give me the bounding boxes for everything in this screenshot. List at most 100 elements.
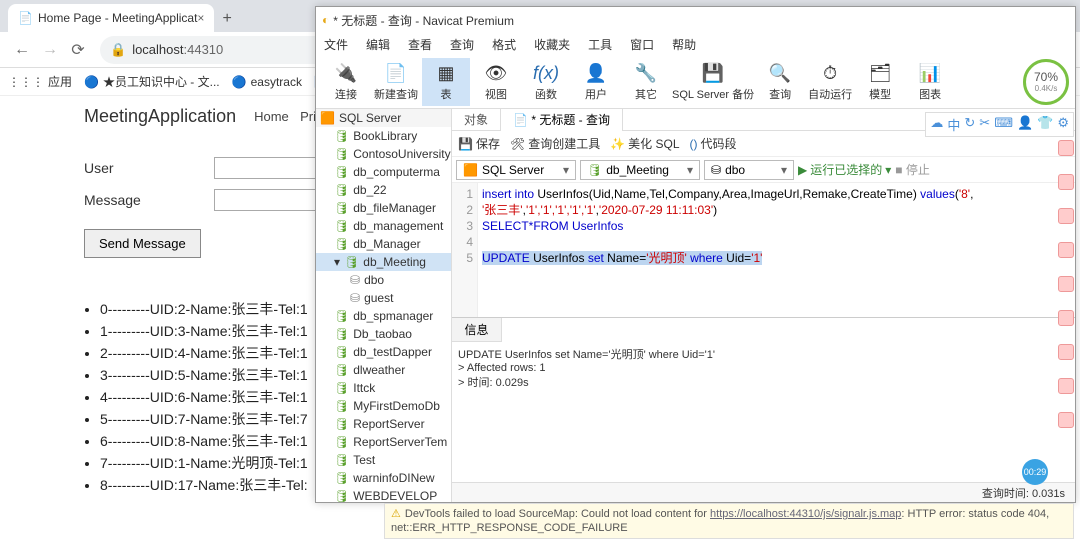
badge-icon[interactable]	[1058, 310, 1074, 326]
back-button[interactable]: ←	[8, 36, 36, 64]
tree-db[interactable]: 🛢ContosoUniversity	[316, 145, 451, 163]
nav-home[interactable]: Home	[254, 109, 289, 124]
tree-db[interactable]: 🛢ReportServerTem	[316, 433, 451, 451]
tree-db[interactable]: 🛢BookLibrary	[316, 127, 451, 145]
keyboard-icon[interactable]: ⌨	[994, 115, 1013, 134]
devtools-warning: ⚠DevTools failed to load SourceMap: Coul…	[384, 503, 1074, 539]
tree-db[interactable]: 🛢Test	[316, 451, 451, 469]
tree-db[interactable]: 🛢MyFirstDemoDb	[316, 397, 451, 415]
tree-db[interactable]: 🛢Db_taobao	[316, 325, 451, 343]
navicat-title-bar[interactable]: ◐ * 无标题 - 查询 - Navicat Premium	[316, 7, 1075, 33]
database-icon: 🛢	[334, 309, 349, 323]
tree-schema[interactable]: ⛁dbo	[316, 271, 451, 289]
conn-server-select[interactable]: 🟧SQL Server▾	[456, 160, 576, 180]
tool-new-query[interactable]: 📄新建查询	[372, 58, 420, 106]
badge-icon[interactable]	[1058, 378, 1074, 394]
badge-icon[interactable]	[1058, 174, 1074, 190]
tree-db[interactable]: 🛢db_computerma	[316, 163, 451, 181]
tab-close-icon[interactable]: ×	[197, 11, 204, 25]
tool-query[interactable]: 🔍查询	[756, 58, 804, 106]
menu-edit[interactable]: 编辑	[366, 36, 390, 53]
menu-tools[interactable]: 工具	[588, 36, 612, 53]
chart-icon: 📊	[919, 62, 941, 86]
menu-file[interactable]: 文件	[324, 36, 348, 53]
browser-tab-active[interactable]: 📄 Home Page - MeetingApplicat ×	[8, 4, 214, 32]
cn-icon[interactable]: 中	[947, 115, 960, 134]
scissor-icon[interactable]: ✂	[979, 115, 990, 134]
sql-code[interactable]: insert into UserInfos(Uid,Name,Tel,Compa…	[478, 183, 1075, 317]
timer-badge[interactable]: 00:29	[1022, 459, 1048, 485]
menu-window[interactable]: 窗口	[630, 36, 654, 53]
reload-button[interactable]: ⟳	[64, 36, 92, 64]
tree-db[interactable]: 🛢db_spmanager	[316, 307, 451, 325]
tree-db[interactable]: 🛢Ittck	[316, 379, 451, 397]
tree-db[interactable]: 🛢warninfoDINew	[316, 469, 451, 487]
badge-icon[interactable]	[1058, 140, 1074, 156]
tree-db[interactable]: 🛢WEBDEVELOP	[316, 487, 451, 502]
tool-other[interactable]: 🔧其它	[622, 58, 670, 106]
badge-icon[interactable]	[1058, 276, 1074, 292]
tb-snippet[interactable]: ()代码段	[690, 135, 737, 152]
navicat-toolbar: 🔌连接 📄新建查询 ▦表 👁视图 f(x)函数 👤用户 🔧其它 💾SQL Ser…	[316, 55, 1075, 109]
tree-db[interactable]: 🛢ReportServer	[316, 415, 451, 433]
gear-icon[interactable]: ⚙	[1057, 115, 1069, 134]
shirt-icon[interactable]: 👕	[1037, 115, 1053, 134]
database-icon: 🛢	[334, 165, 349, 179]
tree-db[interactable]: 🛢dlweather	[316, 361, 451, 379]
new-query-icon: 📄	[385, 62, 407, 86]
chevron-down-icon: ▾	[687, 163, 693, 177]
cloud-icon[interactable]: ☁	[930, 115, 943, 134]
tool-view[interactable]: 👁视图	[472, 58, 520, 106]
chevron-down-icon: ▾	[781, 163, 787, 177]
forward-button[interactable]: →	[36, 36, 64, 64]
tree-schema[interactable]: ⛁guest	[316, 289, 451, 307]
tree-db[interactable]: 🛢db_Manager	[316, 235, 451, 253]
tool-connect[interactable]: 🔌连接	[322, 58, 370, 106]
menu-format[interactable]: 格式	[492, 36, 516, 53]
conn-db-select[interactable]: 🛢db_Meeting▾	[580, 160, 700, 180]
tool-backup[interactable]: 💾SQL Server 备份	[672, 58, 754, 106]
tab-objects[interactable]: 对象	[452, 109, 501, 131]
menu-fav[interactable]: 收藏夹	[534, 36, 570, 53]
badge-icon[interactable]	[1058, 344, 1074, 360]
tool-table[interactable]: ▦表	[422, 58, 470, 106]
tool-auto[interactable]: ⏱自动运行	[806, 58, 854, 106]
navicat-menu: 文件 编辑 查看 查询 格式 收藏夹 工具 窗口 帮助	[316, 33, 1075, 55]
tree-db[interactable]: 🛢db_fileManager	[316, 199, 451, 217]
tree-root[interactable]: 🟧SQL Server	[316, 109, 451, 127]
tool-model[interactable]: 🗂模型	[856, 58, 904, 106]
badge-icon[interactable]	[1058, 242, 1074, 258]
tree-db-selected[interactable]: ▾🛢db_Meeting	[316, 253, 451, 271]
message-tab[interactable]: 信息	[452, 318, 502, 342]
menu-view[interactable]: 查看	[408, 36, 432, 53]
person-icon[interactable]: 👤	[1017, 115, 1033, 134]
navicat-title: * 无标题 - 查询 - Navicat Premium	[333, 12, 514, 29]
sourcemap-link[interactable]: https://localhost:44310/js/signalr.js.ma…	[710, 508, 901, 520]
run-selected-button[interactable]: ▶运行已选择的▾	[798, 161, 891, 178]
tb-save[interactable]: 💾保存	[458, 135, 500, 152]
send-message-button[interactable]: Send Message	[84, 229, 201, 258]
bookmark-1[interactable]: 🔵 ★员工知识中心 - 文...	[84, 73, 220, 90]
power-icon[interactable]: ↻	[964, 115, 975, 134]
badge-icon[interactable]	[1058, 208, 1074, 224]
tool-chart[interactable]: 📊图表	[906, 58, 954, 106]
menu-query[interactable]: 查询	[450, 36, 474, 53]
tab-query-untitled[interactable]: 📄 * 无标题 - 查询	[501, 109, 623, 131]
tree-db[interactable]: 🛢db_22	[316, 181, 451, 199]
tb-beautify[interactable]: ✨美化 SQL	[610, 135, 679, 152]
tree-db[interactable]: 🛢db_management	[316, 217, 451, 235]
tool-function[interactable]: f(x)函数	[522, 58, 570, 106]
bookmark-2[interactable]: 🔵 easytrack	[232, 75, 302, 89]
tool-user[interactable]: 👤用户	[572, 58, 620, 106]
conn-schema-select[interactable]: ⛁dbo▾	[704, 160, 794, 180]
sql-editor[interactable]: 12345 insert into UserInfos(Uid,Name,Tel…	[452, 183, 1075, 317]
stop-button[interactable]: ■ 停止	[895, 161, 930, 178]
menu-help[interactable]: 帮助	[672, 36, 696, 53]
badge-icon[interactable]	[1058, 412, 1074, 428]
tree-db[interactable]: 🛢db_testDapper	[316, 343, 451, 361]
db-tree[interactable]: 🟧SQL Server 🛢BookLibrary 🛢ContosoUnivers…	[316, 109, 452, 502]
apps-button[interactable]: ⋮⋮⋮ 应用	[8, 73, 72, 90]
new-tab-button[interactable]: +	[214, 6, 239, 32]
tb-query-builder[interactable]: 🛠查询创建工具	[510, 135, 600, 152]
chevron-down-icon: ▾	[334, 255, 340, 269]
